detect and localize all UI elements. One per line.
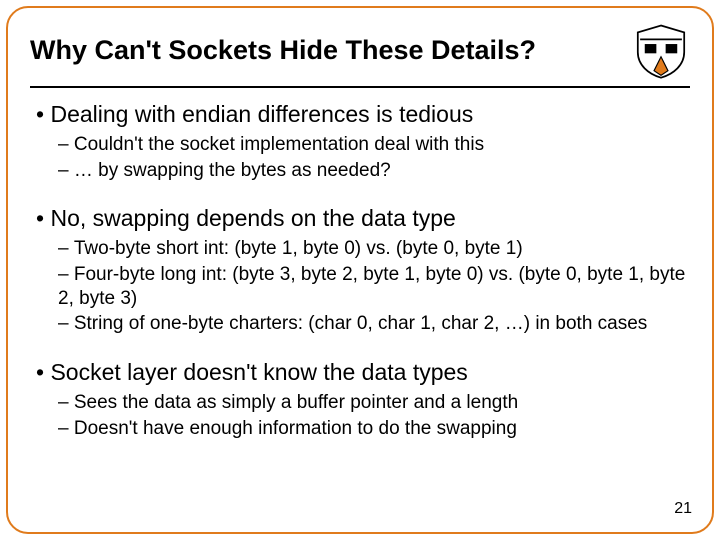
bullet-text: Two-byte short int: (byte 1, byte 0) vs.… — [74, 238, 523, 259]
bullet-level2: Four-byte long int: (byte 3, byte 2, byt… — [58, 263, 690, 311]
bullet-level2: Two-byte short int: (byte 1, byte 0) vs.… — [58, 237, 690, 261]
bullet-text: String of one-byte charters: (char 0, ch… — [74, 313, 647, 334]
bullet-level2: Sees the data as simply a buffer pointer… — [58, 391, 690, 415]
title-underline — [30, 86, 690, 88]
bullet-text: Sees the data as simply a buffer pointer… — [74, 392, 518, 413]
bullet-level1: No, swapping depends on the data type — [36, 204, 690, 233]
bullet-text: Four-byte long int: (byte 3, byte 2, byt… — [58, 264, 685, 309]
slide-body: Dealing with endian differences is tedio… — [30, 100, 690, 440]
slide-frame: Why Can't Sockets Hide These Details? De… — [6, 6, 714, 534]
slide-header: Why Can't Sockets Hide These Details? — [30, 22, 690, 86]
bullet-text: Socket layer doesn't know the data types — [50, 359, 467, 385]
spacer — [30, 184, 690, 198]
bullet-text: … by swapping the bytes as needed? — [74, 160, 391, 181]
slide: Why Can't Sockets Hide These Details? De… — [0, 0, 720, 540]
bullet-text: Couldn't the socket implementation deal … — [74, 134, 484, 155]
bullet-level2: Couldn't the socket implementation deal … — [58, 133, 690, 157]
page-number: 21 — [674, 500, 692, 518]
bullet-level1: Dealing with endian differences is tedio… — [36, 100, 690, 129]
bullet-level1: Socket layer doesn't know the data types — [36, 358, 690, 387]
bullet-level2: String of one-byte charters: (char 0, ch… — [58, 312, 690, 336]
bullet-text: No, swapping depends on the data type — [50, 205, 455, 231]
bullet-text: Dealing with endian differences is tedio… — [50, 101, 473, 127]
bullet-level2: … by swapping the bytes as needed? — [58, 159, 690, 183]
bullet-text: Doesn't have enough information to do th… — [74, 418, 517, 439]
shield-icon — [632, 22, 690, 80]
spacer — [30, 338, 690, 352]
slide-title: Why Can't Sockets Hide These Details? — [30, 35, 536, 66]
bullet-level2: Doesn't have enough information to do th… — [58, 417, 690, 441]
